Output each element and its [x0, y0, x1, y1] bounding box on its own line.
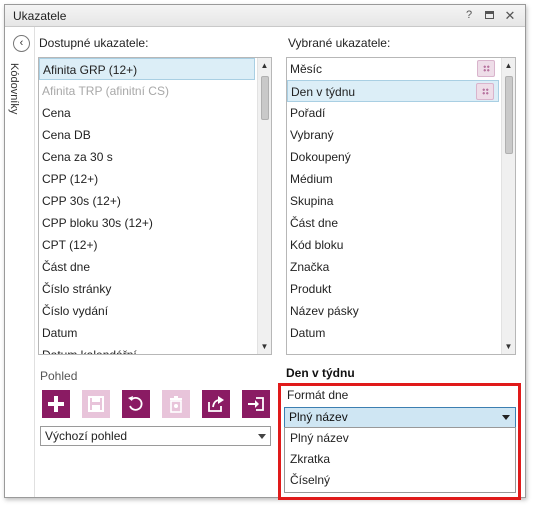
available-indicator-item-label: Číslo vydání	[42, 304, 109, 318]
available-indicator-item-label: CPP 30s (12+)	[42, 194, 121, 208]
scroll-down-icon[interactable]: ▼	[502, 340, 515, 353]
add-view-button[interactable]	[42, 390, 70, 418]
selected-indicator-item-label: Skupina	[290, 194, 334, 208]
title-bar: Ukazatele ? ✕	[5, 5, 525, 27]
available-indicator-item[interactable]: Datum kalendářní	[39, 344, 255, 355]
selected-indicators-list[interactable]: Měsíc Den v týdnu Pořadí Vybraný Dokoupený Mé…	[286, 57, 516, 355]
selected-indicator-item[interactable]: Den v týdnu	[287, 80, 499, 102]
available-indicator-item[interactable]: Datum	[39, 322, 255, 344]
selected-indicator-item-label: Kód bloku	[290, 238, 344, 252]
available-indicator-item-label: Číslo stránky	[42, 282, 112, 296]
selected-indicator-item[interactable]: Kód bloku	[287, 234, 499, 256]
selected-indicators-label: Vybrané ukazatele:	[288, 36, 391, 50]
available-indicator-item-label: Cena	[42, 106, 71, 120]
available-list-scrollbar[interactable]: ▲ ▼	[257, 58, 271, 354]
plus-icon	[48, 396, 64, 412]
maximize-button[interactable]	[481, 8, 497, 23]
selected-indicator-item-label: Datum	[290, 326, 326, 340]
selected-indicator-item[interactable]: Médium	[287, 168, 499, 190]
available-indicator-item[interactable]: CPP (12+)	[39, 168, 255, 190]
available-indicator-item[interactable]: Afinita GRP (12+)	[39, 58, 255, 80]
codebooks-side-panel: ‹ Kódovníky	[5, 27, 35, 497]
undo-icon	[128, 396, 143, 411]
available-indicator-item[interactable]: Číslo stránky	[39, 278, 255, 300]
drag-handle-icon[interactable]	[476, 83, 494, 100]
available-indicator-item-label: Afinita GRP (12+)	[43, 63, 138, 77]
available-indicator-item[interactable]: Afinita TRP (afinitní CS)	[39, 80, 255, 102]
scroll-thumb[interactable]	[261, 76, 269, 120]
import-view-button[interactable]	[242, 390, 270, 418]
view-section-label: Pohled	[40, 369, 78, 383]
available-indicators-list[interactable]: Afinita GRP (12+) Afinita TRP (afinitní C…	[38, 57, 272, 355]
export-view-button[interactable]	[202, 390, 230, 418]
trash-icon	[170, 396, 182, 413]
selected-indicator-item-label: Médium	[290, 172, 333, 186]
chevron-down-icon	[258, 434, 266, 439]
available-indicator-item[interactable]: Cena DB	[39, 124, 255, 146]
selected-indicator-item[interactable]: Dokoupený	[287, 146, 499, 168]
selected-indicator-item[interactable]: Produkt	[287, 278, 499, 300]
back-button[interactable]: ‹	[13, 35, 30, 52]
selected-indicator-item[interactable]: Pořadí	[287, 102, 499, 124]
save-view-button[interactable]	[82, 390, 110, 418]
help-button[interactable]: ?	[461, 8, 477, 23]
share-icon	[208, 396, 224, 412]
selected-indicator-item-label: Měsíc	[290, 62, 323, 76]
available-indicator-item[interactable]: CPP 30s (12+)	[39, 190, 255, 212]
reset-view-button[interactable]	[122, 390, 150, 418]
selected-indicator-item[interactable]: Měsíc	[287, 58, 499, 80]
maximize-icon	[484, 11, 494, 19]
scroll-down-icon[interactable]: ▼	[258, 340, 271, 353]
codebooks-tab[interactable]: Kódovníky	[8, 63, 20, 114]
available-indicator-item-label: CPP bloku 30s (12+)	[42, 216, 153, 230]
highlight-frame	[278, 383, 521, 500]
save-icon	[88, 396, 104, 412]
selected-indicator-item-label: Část dne	[290, 216, 339, 230]
available-indicator-item[interactable]: CPT (12+)	[39, 234, 255, 256]
available-indicator-item[interactable]: Část dne	[39, 256, 255, 278]
available-indicator-item-label: Afinita TRP (afinitní CS)	[42, 84, 169, 98]
available-indicator-item-label: Datum kalendářní	[42, 348, 137, 355]
scroll-up-icon[interactable]: ▲	[258, 59, 271, 72]
detail-title: Den v týdnu	[286, 366, 355, 380]
selected-indicator-item[interactable]: Datum	[287, 322, 499, 344]
available-indicator-item-label: Datum	[42, 326, 78, 340]
selected-indicator-item[interactable]: Část dne	[287, 212, 499, 234]
available-indicator-item-label: CPT (12+)	[42, 238, 98, 252]
selected-indicator-item-label: Pořadí	[290, 106, 326, 120]
selected-indicator-item[interactable]: Skupina	[287, 190, 499, 212]
available-indicator-item[interactable]: CPP bloku 30s (12+)	[39, 212, 255, 234]
import-icon	[248, 397, 264, 411]
selected-indicator-item-label: Vybraný	[290, 128, 334, 142]
selected-indicator-item-label: Dokoupený	[290, 150, 351, 164]
scroll-up-icon[interactable]: ▲	[502, 59, 515, 72]
drag-handle-icon[interactable]	[477, 60, 495, 77]
close-button[interactable]: ✕	[502, 8, 518, 23]
available-indicator-item-label: Cena DB	[42, 128, 91, 142]
available-indicator-item-label: Část dne	[42, 260, 91, 274]
selected-indicator-item[interactable]: Značka	[287, 256, 499, 278]
selected-indicator-item-label: Název pásky	[290, 304, 359, 318]
view-select[interactable]: Výchozí pohled	[40, 426, 271, 446]
selected-indicator-item[interactable]: Vybraný	[287, 124, 499, 146]
selected-indicator-item-label: Produkt	[290, 282, 332, 296]
window-title: Ukazatele	[13, 9, 67, 23]
scroll-thumb[interactable]	[505, 76, 513, 154]
available-indicator-item[interactable]: Číslo vydání	[39, 300, 255, 322]
selected-indicator-item-label: Den v týdnu	[291, 85, 356, 99]
delete-view-button[interactable]	[162, 390, 190, 418]
selected-list-scrollbar[interactable]: ▲ ▼	[501, 58, 515, 354]
available-indicator-item-label: Cena za 30 s	[42, 150, 113, 164]
view-select-value: Výchozí pohled	[45, 429, 128, 443]
selected-indicator-item[interactable]: Název pásky	[287, 300, 499, 322]
available-indicators-label: Dostupné ukazatele:	[39, 36, 149, 50]
available-indicator-item[interactable]: Cena za 30 s	[39, 146, 255, 168]
selected-indicator-item-label: Značka	[290, 260, 330, 274]
available-indicator-item[interactable]: Cena	[39, 102, 255, 124]
available-indicator-item-label: CPP (12+)	[42, 172, 99, 186]
